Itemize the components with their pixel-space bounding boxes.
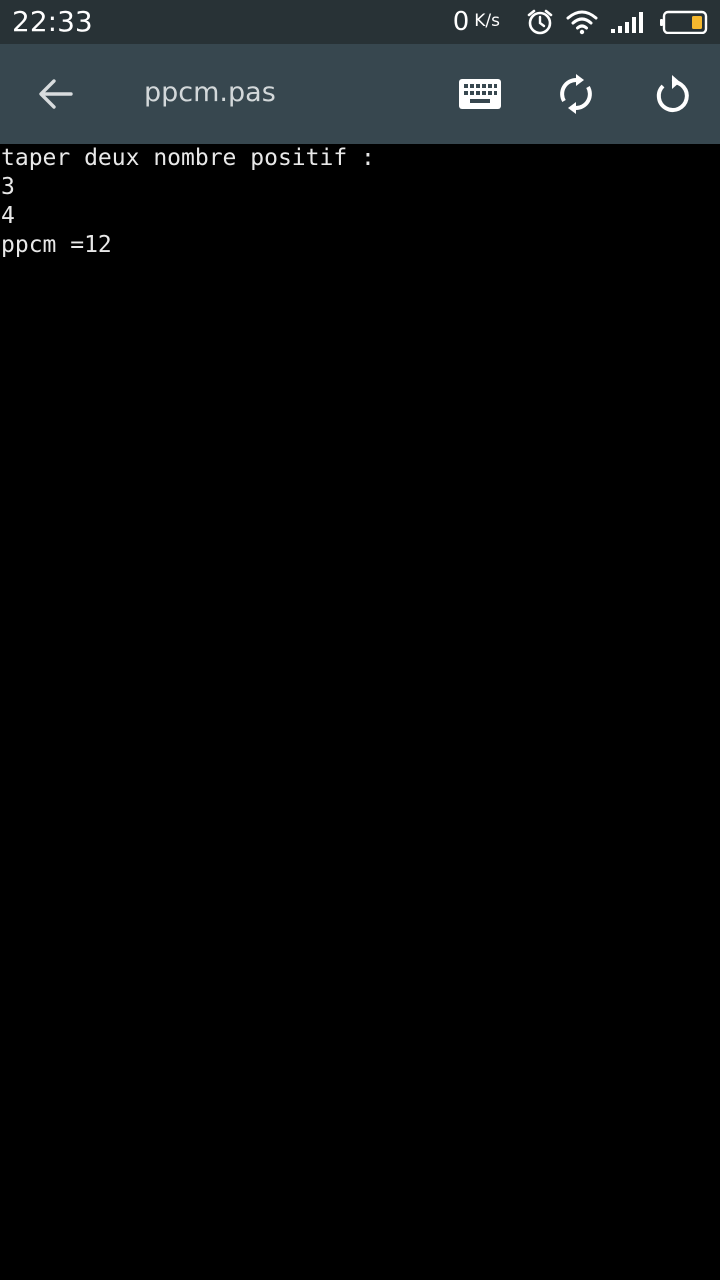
back-arrow-icon (39, 79, 73, 109)
file-title: ppcm.pas (144, 77, 276, 108)
console-line-input-1: 3 (1, 174, 15, 200)
network-speed: 0 K/s (453, 7, 500, 37)
console-line-result: ppcm =12 (1, 232, 112, 258)
keyboard-icon (459, 79, 501, 109)
status-icons: 0 K/s (453, 0, 708, 44)
battery-icon (660, 10, 708, 34)
refresh-button[interactable] (644, 66, 700, 122)
back-button[interactable] (28, 66, 84, 122)
network-speed-value: 0 (452, 7, 470, 37)
status-bar: 22:33 0 K/s (0, 0, 720, 44)
console-lines: taper deux nombre positif : 3 4 ppcm =12 (0, 144, 720, 260)
sync-icon (560, 74, 592, 114)
console-line-prompt: taper deux nombre positif : (1, 145, 375, 171)
console-line-input-2: 4 (1, 203, 15, 229)
refresh-icon (656, 75, 689, 112)
signal-icon (610, 10, 648, 34)
status-time: 22:33 (12, 5, 93, 38)
app-toolbar: ppcm.pas (0, 44, 720, 144)
keyboard-button[interactable] (452, 66, 508, 122)
wifi-icon (566, 9, 598, 35)
console-output[interactable]: taper deux nombre positif : 3 4 ppcm =12 (0, 144, 720, 1280)
alarm-icon (526, 8, 554, 36)
app-screen: 22:33 0 K/s ppcm.pas taper deux nombre p… (0, 0, 720, 1280)
network-speed-unit: K/s (474, 11, 500, 31)
sync-button[interactable] (548, 66, 604, 122)
